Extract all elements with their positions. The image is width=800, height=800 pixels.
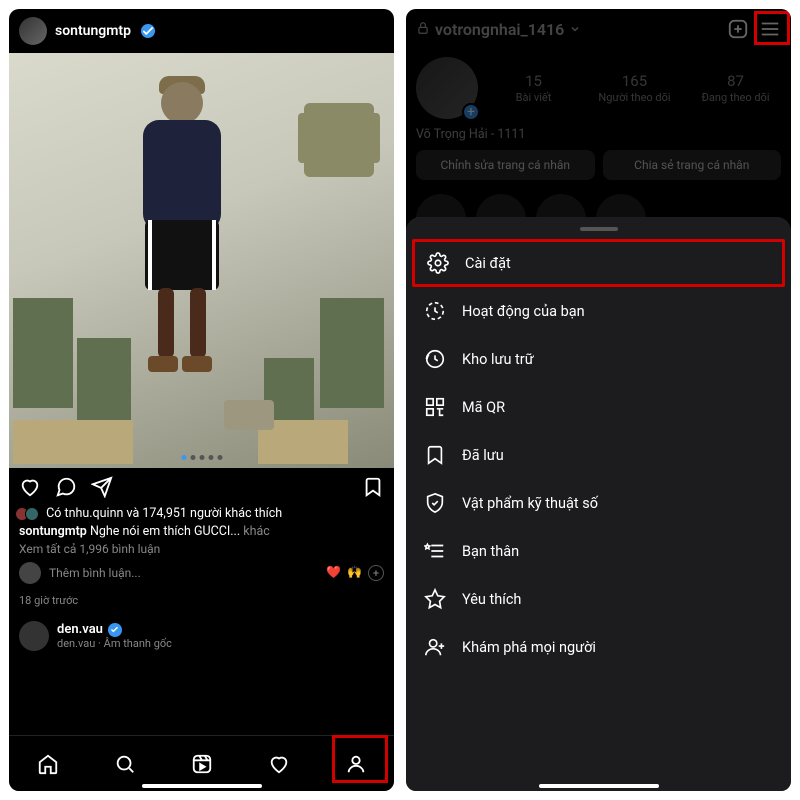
avatar [19, 562, 41, 584]
phone-right-profile: votrongnhai_1416 + 15Bài viết 165Người t… [406, 9, 791, 791]
add-comment-row[interactable]: Thêm bình luận... ❤️ 🙌 + [19, 562, 384, 584]
emoji-heart[interactable]: ❤️ [326, 565, 341, 581]
edit-profile-button[interactable]: Chỉnh sửa trang cá nhân [416, 150, 595, 180]
stat-following[interactable]: 87Đang theo dõi [690, 72, 781, 104]
likes-row[interactable]: Có tnhu.quinn và 174,951 người khác thíc… [19, 506, 384, 521]
emoji-hands[interactable]: 🙌 [347, 565, 362, 581]
carousel-dots [181, 455, 222, 460]
profile-stats: + 15Bài viết 165Người theo dõi 87Đang th… [406, 49, 791, 127]
home-indicator [142, 784, 262, 788]
view-comments-link[interactable]: Xem tất cả 1,996 bình luận [19, 542, 384, 556]
shield-check-icon [424, 492, 446, 514]
post-time: 18 giờ trước [9, 590, 394, 615]
post-username[interactable]: sontungmtp [55, 23, 131, 39]
avatar[interactable] [19, 17, 47, 45]
profile-icon[interactable] [345, 753, 367, 775]
comment-icon[interactable] [55, 476, 77, 498]
search-icon[interactable] [114, 753, 136, 775]
comment-input[interactable]: Thêm bình luận... [49, 566, 141, 580]
stat-posts[interactable]: 15Bài viết [488, 72, 579, 104]
menu-settings[interactable]: Cài đặt [412, 239, 785, 287]
add-person-icon [424, 636, 446, 658]
list-star-icon [424, 540, 446, 562]
gear-icon [427, 252, 449, 274]
profile-username[interactable]: votrongnhai_1416 [435, 20, 564, 39]
menu-digital[interactable]: Vật phẩm kỹ thuật số [406, 479, 791, 527]
menu-saved[interactable]: Đã lưu [406, 431, 791, 479]
menu-discover[interactable]: Khám phá mọi người [406, 623, 791, 671]
bookmark-icon[interactable] [362, 476, 384, 498]
post-header: sontungmtp [9, 9, 394, 53]
plus-icon[interactable]: + [368, 565, 384, 581]
lock-icon [416, 20, 430, 39]
profile-topbar: votrongnhai_1416 [406, 9, 791, 49]
settings-sheet: Cài đặt Hoạt động của bạn Kho lưu trữ Mã… [406, 217, 791, 791]
qr-icon [424, 396, 446, 418]
home-icon[interactable] [37, 753, 59, 775]
stat-followers[interactable]: 165Người theo dõi [589, 72, 680, 104]
menu-favorites[interactable]: Yêu thích [406, 575, 791, 623]
chevron-down-icon[interactable] [569, 20, 581, 39]
reel-row[interactable]: den.vau den.vau · Âm thanh gốc [9, 615, 394, 657]
verified-badge-icon [108, 623, 122, 637]
create-icon[interactable] [727, 18, 749, 40]
menu-qr[interactable]: Mã QR [406, 383, 791, 431]
share-icon[interactable] [91, 476, 113, 498]
post-image[interactable] [9, 53, 394, 468]
heart-icon[interactable] [19, 476, 41, 498]
home-indicator [539, 784, 659, 788]
sheet-grabber[interactable] [580, 227, 618, 231]
tab-bar [9, 735, 394, 791]
reels-icon[interactable] [191, 753, 213, 775]
archive-icon [424, 348, 446, 370]
caption: sontungmtp Nghe nói em thích GUCCI... kh… [19, 524, 384, 539]
verified-badge-icon [141, 24, 155, 38]
menu-icon[interactable] [759, 18, 781, 40]
profile-avatar[interactable]: + [416, 57, 478, 119]
menu-activity[interactable]: Hoạt động của bạn [406, 287, 791, 335]
activity-icon [424, 300, 446, 322]
menu-archive[interactable]: Kho lưu trữ [406, 335, 791, 383]
share-profile-button[interactable]: Chia sẻ trang cá nhân [603, 150, 782, 180]
display-name: Võ Trọng Hải - 1111 [406, 127, 791, 150]
bookmark-icon [424, 444, 446, 466]
phone-left-feed: sontungmtp [9, 9, 394, 791]
post-actions [9, 468, 394, 506]
heart-icon[interactable] [268, 753, 290, 775]
star-icon [424, 588, 446, 610]
add-story-icon[interactable]: + [462, 103, 480, 121]
avatar [19, 621, 49, 651]
menu-close-friends[interactable]: Bạn thân [406, 527, 791, 575]
